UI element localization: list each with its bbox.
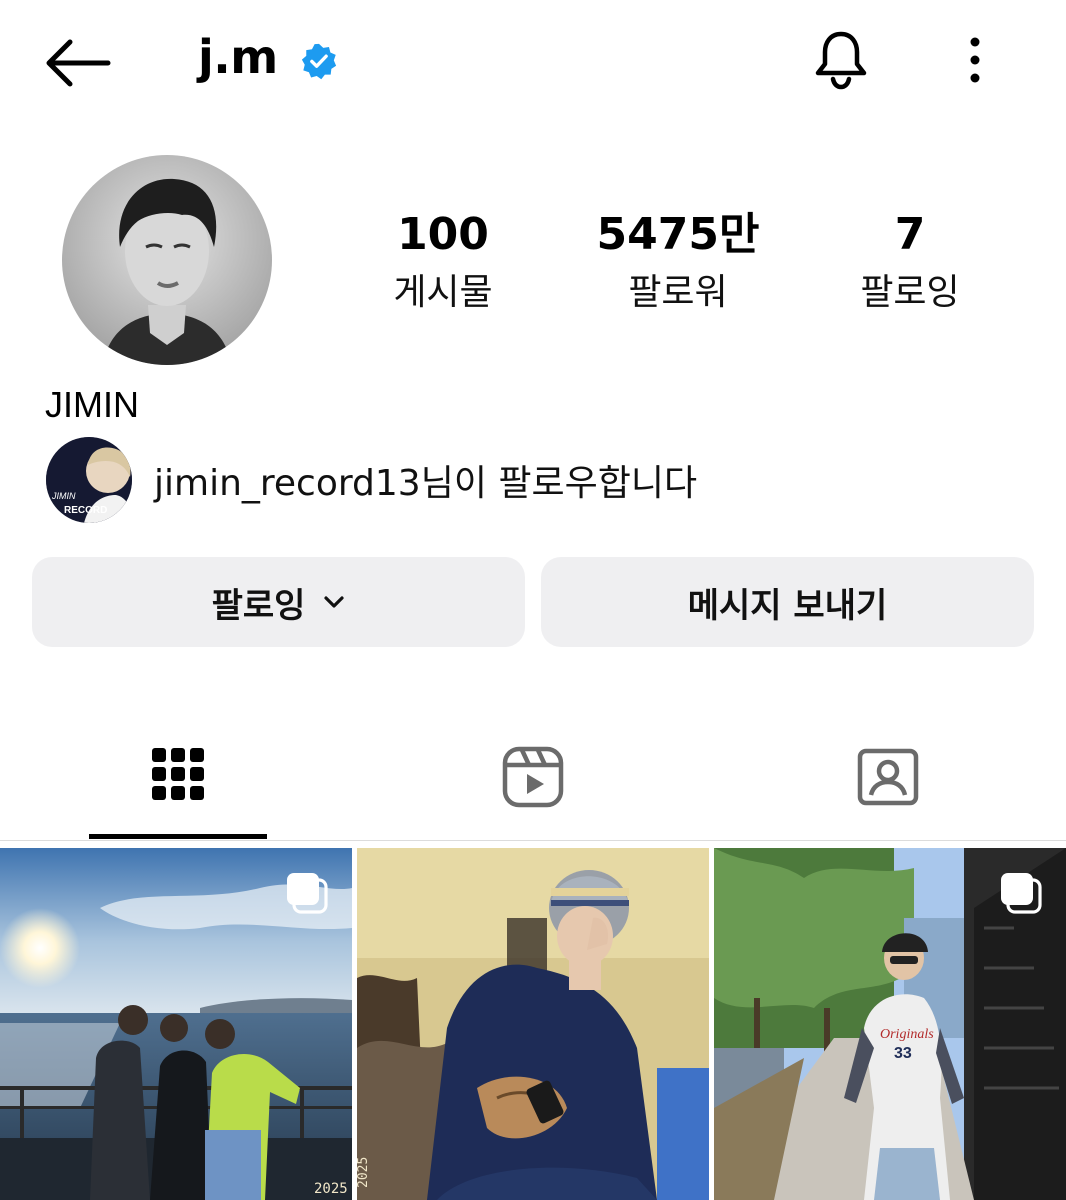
active-tab-indicator (89, 834, 267, 839)
arrow-left-icon (46, 39, 111, 87)
svg-text:2025: 2025 (357, 1157, 371, 1188)
posts-stat[interactable]: 100 게시물 (343, 205, 543, 321)
grid-icon (151, 748, 204, 800)
following-dropdown-button[interactable]: 팔로잉 (32, 557, 525, 647)
message-button[interactable]: 메시지 보내기 (541, 557, 1034, 647)
message-button-label: 메시지 보내기 (687, 585, 888, 626)
bell-icon (815, 31, 867, 90)
mutual-follower-row[interactable]: JIMIN RECORD jimin_record13님이 팔로우합니다 (46, 437, 697, 523)
tab-tagged[interactable] (710, 730, 1065, 840)
tab-reels[interactable] (355, 730, 710, 840)
reels-icon (502, 746, 563, 808)
profile-username[interactable]: j.m (198, 30, 278, 84)
posts-label: 게시물 (393, 272, 493, 313)
back-button[interactable] (40, 34, 116, 92)
mutual-follower-text[interactable]: jimin_record13님이 팔로우합니다 (154, 454, 697, 506)
tagged-icon (857, 748, 918, 806)
carousel-icon (287, 873, 328, 914)
more-options-button[interactable] (955, 36, 995, 86)
tab-divider (0, 840, 1066, 841)
following-label: 팔로잉 (860, 272, 960, 313)
followers-count: 5475만 (596, 209, 760, 260)
svg-text:Originals: Originals (880, 1027, 934, 1042)
notification-button[interactable] (808, 26, 874, 92)
posts-count: 100 (397, 209, 489, 260)
followers-label: 팔로워 (628, 272, 728, 313)
profile-screen: j.m 100 게시물 5475만 팔로워 7 팔로잉 JIMIN JIMIN … (0, 0, 1066, 1200)
post-thumbnail[interactable]: 2025 (357, 848, 709, 1200)
svg-text:RECORD: RECORD (64, 505, 107, 516)
profile-avatar[interactable] (62, 155, 272, 365)
svg-text:JIMIN: JIMIN (51, 491, 76, 501)
following-stat[interactable]: 7 팔로잉 (810, 205, 1010, 321)
following-count: 7 (894, 209, 926, 260)
mutual-follower-avatar[interactable]: JIMIN RECORD (46, 437, 132, 523)
svg-text:2025: 2025 (314, 1181, 348, 1197)
chevron-down-icon (324, 596, 345, 608)
carousel-icon (1001, 873, 1042, 914)
more-vertical-icon (970, 37, 980, 83)
post-thumbnail[interactable]: 2025 (0, 848, 352, 1200)
following-button-label: 팔로잉 (211, 585, 306, 626)
svg-text:33: 33 (894, 1045, 912, 1062)
tab-posts-grid[interactable] (0, 730, 355, 840)
display-name: JIMIN (45, 384, 139, 425)
verified-badge-icon (301, 43, 337, 80)
post-thumbnail[interactable]: Originals 33 (714, 848, 1066, 1200)
followers-stat[interactable]: 5475만 팔로워 (578, 205, 778, 321)
